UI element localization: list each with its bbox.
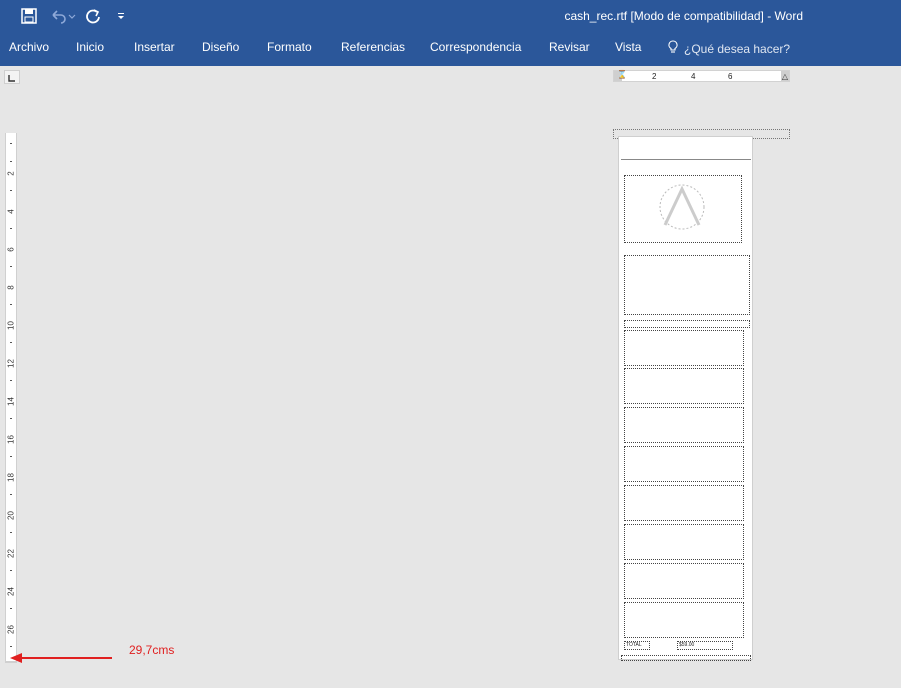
vruler-tick <box>10 143 12 144</box>
payment-table-3 <box>624 407 744 443</box>
payment-table-8 <box>624 602 744 638</box>
tab-correspondencia[interactable]: Correspondencia <box>430 40 521 54</box>
vruler-tick <box>10 570 12 571</box>
payment-table-7 <box>624 563 744 599</box>
vruler-label: 6 <box>6 247 16 252</box>
horizontal-ruler[interactable]: ⌛ 2 4 6 △ <box>613 70 790 82</box>
tell-me-box[interactable]: ¿Qué desea hacer? <box>668 40 790 57</box>
vruler-label: 2 <box>6 171 16 176</box>
document-page[interactable]: TOTAL $59.00 <box>618 136 753 660</box>
payment-table-1 <box>624 330 744 366</box>
vruler-tick <box>10 190 12 191</box>
right-indent-icon[interactable]: △ <box>782 72 788 81</box>
logo-icon <box>659 184 705 230</box>
save-icon[interactable] <box>18 6 40 26</box>
tab-referencias[interactable]: Referencias <box>341 40 405 54</box>
vruler-label: 10 <box>6 321 16 330</box>
vruler-tick <box>10 380 12 381</box>
vruler-label: 20 <box>6 511 16 520</box>
payment-table-6 <box>624 524 744 560</box>
vruler-label: 24 <box>6 587 16 596</box>
tab-vista[interactable]: Vista <box>615 40 641 54</box>
footer-region <box>621 655 751 661</box>
vruler-tick <box>10 456 12 457</box>
vertical-ruler[interactable]: 2 4 6 8 10 12 14 16 18 20 22 24 26 <box>5 133 17 663</box>
vruler-label: 26 <box>6 625 16 634</box>
ribbon-tab-bar: Archivo Inicio Insertar Diseño Formato R… <box>0 34 901 66</box>
tab-revisar[interactable]: Revisar <box>549 40 590 54</box>
payment-table-4 <box>624 446 744 482</box>
total-label: TOTAL <box>626 642 642 648</box>
tab-insertar[interactable]: Insertar <box>134 40 175 54</box>
vruler-tick <box>10 161 12 162</box>
vruler-label: 18 <box>6 473 16 482</box>
hruler-label: 2 <box>652 72 657 81</box>
annotation-label: 29,7cms <box>129 643 175 657</box>
tell-me-text: ¿Qué desea hacer? <box>684 41 791 56</box>
vruler-tick <box>10 532 12 533</box>
tab-formato[interactable]: Formato <box>267 40 312 54</box>
total-value: $59.00 <box>679 642 695 648</box>
vruler-tick <box>10 646 12 647</box>
vruler-label: 8 <box>6 285 16 290</box>
vruler-label: 16 <box>6 435 16 444</box>
redo-icon[interactable] <box>82 6 104 26</box>
tab-stop-selector[interactable] <box>4 70 20 84</box>
vruler-label: 22 <box>6 549 16 558</box>
payment-table-2 <box>624 368 744 404</box>
vruler-tick <box>10 228 12 229</box>
vruler-tick <box>10 304 12 305</box>
vruler-label: 4 <box>6 209 16 214</box>
customize-qat-icon[interactable] <box>110 6 132 26</box>
vruler-tick <box>10 342 12 343</box>
page-rule <box>621 159 751 160</box>
tab-diseno[interactable]: Diseño <box>202 40 239 54</box>
tab-inicio[interactable]: Inicio <box>76 40 104 54</box>
tab-archivo[interactable]: Archivo <box>9 40 49 54</box>
hruler-label: 6 <box>728 72 733 81</box>
section-header <box>624 320 750 328</box>
indent-marker-icon[interactable]: ⌛ <box>617 70 627 79</box>
vruler-tick <box>10 608 12 609</box>
payment-table-5 <box>624 485 744 521</box>
vruler-tick <box>10 266 12 267</box>
undo-icon[interactable] <box>49 6 77 26</box>
lightbulb-icon <box>668 40 678 57</box>
vruler-label: 14 <box>6 397 16 406</box>
vruler-tick <box>10 494 12 495</box>
vruler-tick <box>10 418 12 419</box>
info-table <box>624 255 750 315</box>
red-arrow-icon <box>10 653 112 663</box>
title-bar: cash_rec.rtf [Modo de compatibilidad] - … <box>0 0 901 34</box>
vruler-label: 12 <box>6 359 16 368</box>
hruler-label: 4 <box>691 72 696 81</box>
window-title: cash_rec.rtf [Modo de compatibilidad] - … <box>564 9 803 23</box>
